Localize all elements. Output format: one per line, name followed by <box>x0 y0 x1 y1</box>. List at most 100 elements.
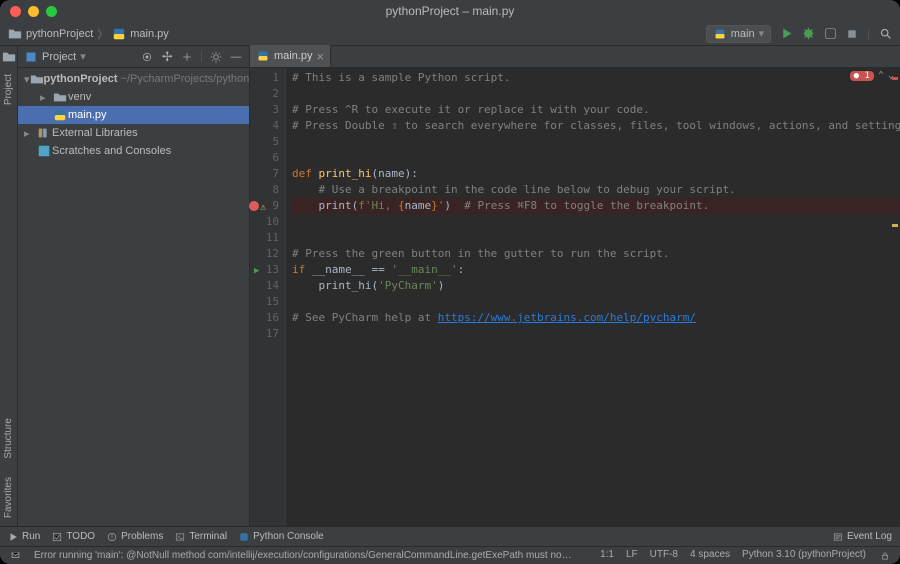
breakpoint-icon[interactable] <box>249 201 259 211</box>
lock-icon[interactable] <box>878 549 892 563</box>
line-number[interactable]: 6 <box>250 150 279 166</box>
code-editor[interactable]: 123456789⚠10111213▶14151617 # This is a … <box>250 68 900 526</box>
run-gutter-icon[interactable]: ▶ <box>254 263 259 279</box>
tree-item[interactable]: ▸External Libraries <box>18 124 249 142</box>
project-tree[interactable]: ▾pythonProject ~/PycharmProjects/pythonP… <box>18 68 249 526</box>
code-line[interactable]: # Press ^R to execute it or replace it w… <box>292 102 900 118</box>
event-log-button[interactable]: Event Log <box>833 531 892 542</box>
code-line[interactable]: if __name__ == '__main__': <box>292 262 900 278</box>
line-number[interactable]: 5 <box>250 134 279 150</box>
code-line[interactable]: print(f'Hi, {name}') # Press ⌘F8 to togg… <box>292 198 900 214</box>
code-line[interactable]: # Press Double ⇧ to search everywhere fo… <box>292 118 900 134</box>
code-line[interactable] <box>292 214 900 230</box>
caret-position[interactable]: 1:1 <box>600 549 614 563</box>
file-encoding[interactable]: UTF-8 <box>650 549 678 563</box>
run-config-selector[interactable]: main ▾ <box>706 25 771 43</box>
error-count-badge[interactable]: ● 1 <box>850 71 874 81</box>
toolbar-divider: | <box>867 28 870 40</box>
left-tool-gutter: Project Structure Favorites <box>0 46 18 526</box>
line-number[interactable]: 14 <box>250 278 279 294</box>
collapse-all-icon[interactable] <box>180 50 194 64</box>
code-line[interactable]: # This is a sample Python script. <box>292 70 900 86</box>
inspection-widget[interactable]: ● 1 ⌃ ⌄ <box>850 70 894 81</box>
scroll-marker-bar[interactable] <box>890 68 900 526</box>
python-console-tool-button[interactable]: Python Console <box>239 531 324 542</box>
code-line[interactable]: # See PyCharm help at https://www.jetbra… <box>292 310 900 326</box>
problems-tool-button[interactable]: Problems <box>107 531 163 542</box>
scroll-marker[interactable] <box>892 224 898 227</box>
tree-item[interactable]: main.py <box>18 106 249 124</box>
notification-icon[interactable] <box>8 549 22 563</box>
line-number[interactable]: 17 <box>250 326 279 342</box>
todo-tool-button[interactable]: TODO <box>52 531 95 542</box>
favorites-side-tab[interactable]: Favorites <box>2 469 15 526</box>
debug-button[interactable] <box>801 27 815 41</box>
line-number-gutter[interactable]: 123456789⚠10111213▶14151617 <box>250 68 286 526</box>
tree-item[interactable]: ▸venv <box>18 88 249 106</box>
project-root-path: ~/PycharmProjects/pythonProject <box>121 73 249 85</box>
search-icon[interactable] <box>878 27 892 41</box>
project-tool-title[interactable]: Project <box>42 51 76 63</box>
python-icon <box>239 532 249 542</box>
code-line[interactable] <box>292 150 900 166</box>
titlebar: pythonProject – main.py <box>0 0 900 22</box>
line-number[interactable]: 9⚠ <box>250 198 279 214</box>
line-number[interactable]: 13▶ <box>250 262 279 278</box>
top-toolbar: pythonProject 〉 main.py main ▾ | <box>0 22 900 46</box>
breadcrumb-file[interactable]: main.py <box>130 28 169 40</box>
python-interpreter[interactable]: Python 3.10 (pythonProject) <box>742 549 866 563</box>
breadcrumb[interactable]: pythonProject 〉 main.py <box>8 26 706 42</box>
code-line[interactable] <box>292 230 900 246</box>
structure-side-tab[interactable]: Structure <box>2 410 15 467</box>
line-number[interactable]: 16 <box>250 310 279 326</box>
code-line[interactable] <box>292 294 900 310</box>
run-button[interactable] <box>779 27 793 41</box>
line-number[interactable]: 2 <box>250 86 279 102</box>
code-line[interactable]: # Use a breakpoint in the code line belo… <box>292 182 900 198</box>
code-line[interactable]: # Press the green button in the gutter t… <box>292 246 900 262</box>
expand-all-icon[interactable]: ✢ <box>160 50 174 64</box>
chevron-down-icon: ▾ <box>759 27 765 40</box>
tree-item[interactable]: Scratches and Consoles <box>18 142 249 160</box>
code-line[interactable]: print_hi('PyCharm') <box>292 278 900 294</box>
folder-icon <box>52 90 68 104</box>
code-line[interactable] <box>292 134 900 150</box>
py-icon <box>52 108 68 122</box>
line-number[interactable]: 4 <box>250 118 279 134</box>
project-side-tab[interactable]: Project <box>2 66 15 113</box>
folder-icon <box>30 72 44 86</box>
tree-root[interactable]: ▾pythonProject ~/PycharmProjects/pythonP… <box>18 70 249 88</box>
project-tool-window: Project ▾ ✢ | — ▾pythonProject ~/Pycharm… <box>18 46 250 526</box>
hide-tool-window-icon[interactable]: — <box>229 50 243 64</box>
line-number[interactable]: 7 <box>250 166 279 182</box>
line-number[interactable]: 1 <box>250 70 279 86</box>
bottom-tool-bar: Run TODO Problems Terminal Python Consol… <box>0 526 900 546</box>
line-number[interactable]: 8 <box>250 182 279 198</box>
project-tool-header: Project ▾ ✢ | — <box>18 46 249 68</box>
project-tool-icon[interactable] <box>2 50 16 64</box>
chevron-up-icon[interactable]: ⌃ <box>878 70 884 81</box>
indent-setting[interactable]: 4 spaces <box>690 549 730 563</box>
code-line[interactable] <box>292 326 900 342</box>
tab-main-py[interactable]: main.py × <box>250 45 331 67</box>
select-opened-file-icon[interactable] <box>140 50 154 64</box>
run-tool-button[interactable]: Run <box>8 531 40 542</box>
terminal-tool-button[interactable]: Terminal <box>175 531 227 542</box>
line-number[interactable]: 12 <box>250 246 279 262</box>
line-number[interactable]: 10 <box>250 214 279 230</box>
line-number[interactable]: 15 <box>250 294 279 310</box>
warning-icon <box>107 532 117 542</box>
status-message[interactable]: Error running 'main': @NotNull method co… <box>34 550 574 561</box>
code-line[interactable] <box>292 86 900 102</box>
breadcrumb-root[interactable]: pythonProject <box>26 28 93 40</box>
code-line[interactable]: def print_hi(name): <box>292 166 900 182</box>
scroll-marker[interactable] <box>892 77 898 80</box>
line-separator[interactable]: LF <box>626 549 638 563</box>
code-content[interactable]: # This is a sample Python script. # Pres… <box>286 68 900 526</box>
line-number[interactable]: 11 <box>250 230 279 246</box>
line-number[interactable]: 3 <box>250 102 279 118</box>
close-tab-icon[interactable]: × <box>317 49 325 64</box>
gear-icon[interactable] <box>209 50 223 64</box>
run-with-coverage-button[interactable] <box>823 27 837 41</box>
stop-button[interactable] <box>845 27 859 41</box>
